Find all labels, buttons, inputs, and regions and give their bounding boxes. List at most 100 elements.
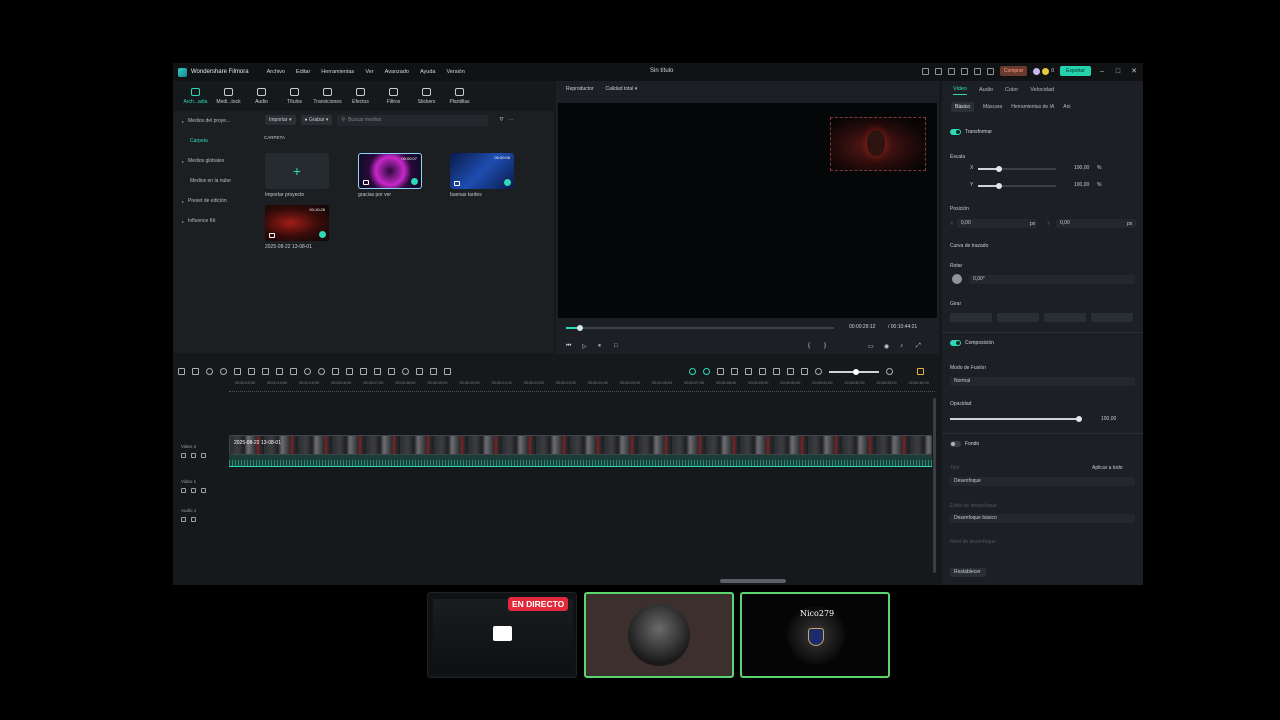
zoom-slider[interactable] xyxy=(829,368,879,375)
menu-archivo[interactable]: Archivo xyxy=(267,69,285,75)
audio-meter-icon[interactable] xyxy=(917,368,924,375)
menu-ayuda[interactable]: Ayuda xyxy=(420,69,436,75)
playback-scrubber[interactable] xyxy=(566,325,834,331)
menu-herramientas[interactable]: Herramientas xyxy=(321,69,354,75)
eye-icon[interactable] xyxy=(201,453,206,458)
shield-icon[interactable] xyxy=(745,368,752,375)
player-tab[interactable]: Reproductor xyxy=(566,86,594,92)
keyframe-icon[interactable] xyxy=(346,368,353,375)
participant-screen-share[interactable]: EN DIRECTO xyxy=(427,592,577,678)
zoom-in-icon[interactable] xyxy=(886,368,893,375)
folder-icon[interactable] xyxy=(181,517,186,522)
rotate-left-button[interactable] xyxy=(1044,313,1086,322)
speed-icon[interactable] xyxy=(388,368,395,375)
lock-icon[interactable] xyxy=(191,488,196,493)
slider-handle[interactable] xyxy=(853,368,859,375)
effects-icon[interactable] xyxy=(304,368,311,375)
rotate-field[interactable]: 0,00° xyxy=(969,275,1135,284)
slider-handle[interactable] xyxy=(996,166,1002,172)
folder-icon[interactable] xyxy=(181,453,186,458)
tab-plantillas[interactable]: Plantillas xyxy=(444,81,475,111)
redo-icon[interactable] xyxy=(220,368,227,375)
play-icon[interactable]: ▷ xyxy=(582,343,587,350)
timeline-horizontal-scrollbar[interactable] xyxy=(720,579,786,583)
marker-icon[interactable] xyxy=(731,368,738,375)
timeline-ruler[interactable]: 00:00:13:00 00:00:14:00 00:00:15:00 00:0… xyxy=(229,381,935,391)
blur-style-dropdown[interactable]: Desenfoque básico xyxy=(950,514,1135,523)
scale-x-value[interactable]: 100,00 xyxy=(1074,165,1089,171)
subtab-basico[interactable]: Básico xyxy=(951,102,975,112)
menu-ver[interactable]: Ver xyxy=(365,69,373,75)
sidebar-item-edit-preset[interactable]: ▸ Preset de edición xyxy=(173,191,258,211)
split-icon[interactable] xyxy=(248,368,255,375)
voice-icon[interactable] xyxy=(773,368,780,375)
ai-icon[interactable] xyxy=(360,368,367,375)
blend-dropdown[interactable]: Normal xyxy=(950,377,1135,386)
text-icon[interactable] xyxy=(276,368,283,375)
tab-titulos[interactable]: Títulos xyxy=(279,81,310,111)
render-icon[interactable] xyxy=(717,368,724,375)
mic-icon[interactable] xyxy=(759,368,766,375)
sidebar-item-folder[interactable]: Carpeta xyxy=(173,131,258,151)
settings-icon[interactable] xyxy=(973,67,981,75)
background-toggle[interactable] xyxy=(950,441,961,447)
sidebar-item-project-media[interactable]: ▸ Medios del proye... xyxy=(173,111,258,131)
menu-editar[interactable]: Editar xyxy=(296,69,310,75)
scrubber-handle[interactable] xyxy=(577,325,583,331)
send-icon[interactable] xyxy=(921,67,929,75)
participant-channel[interactable]: Nico279 xyxy=(740,592,890,678)
snap-icon[interactable] xyxy=(689,368,696,375)
import-project-card[interactable]: + Importar proyecto xyxy=(265,153,329,198)
tab-stickers[interactable]: Stickers xyxy=(411,81,442,111)
scale-x-slider[interactable] xyxy=(978,166,1056,172)
position-y-field[interactable]: 0,00 xyxy=(1056,219,1136,228)
minimize-icon[interactable]: – xyxy=(1097,68,1107,75)
stabilize-icon[interactable] xyxy=(430,368,437,375)
snapshot-icon[interactable]: ◉ xyxy=(884,343,889,350)
tab-filtros[interactable]: Filtros xyxy=(378,81,409,111)
tab-transiciones[interactable]: Transiciones xyxy=(312,81,343,111)
credits-badge[interactable]: 0 xyxy=(1033,67,1054,75)
composition-toggle[interactable] xyxy=(950,340,961,346)
layout-icon[interactable] xyxy=(934,67,942,75)
audio-waveform[interactable] xyxy=(229,455,932,467)
tab-video[interactable]: Video xyxy=(953,86,967,95)
mark-out-icon[interactable]: } xyxy=(824,343,826,349)
media-card[interactable]: 00:00:08 buenas tardes xyxy=(450,153,514,198)
subtab-animacion[interactable]: Ani xyxy=(1063,104,1070,110)
pip-icon[interactable] xyxy=(787,368,794,375)
scale-y-slider[interactable] xyxy=(978,183,1056,189)
flip-vertical-button[interactable] xyxy=(950,313,992,322)
search-input[interactable]: ⚲ Buscar medios xyxy=(337,114,489,126)
lock-icon[interactable] xyxy=(191,517,196,522)
tab-stock[interactable]: Medi...tock xyxy=(213,81,244,111)
export-button[interactable]: Exportar xyxy=(1060,66,1091,76)
tab-efectos[interactable]: Efectos xyxy=(345,81,376,111)
slider-handle[interactable] xyxy=(996,183,1002,189)
background-section[interactable]: Fondo xyxy=(950,441,979,447)
quality-dropdown[interactable]: Calidad total ▾ xyxy=(606,86,638,92)
apply-all-button[interactable]: Aplicar a todo xyxy=(1092,465,1123,471)
track-icon[interactable] xyxy=(416,368,423,375)
audio-icon[interactable] xyxy=(332,368,339,375)
color-icon[interactable] xyxy=(290,368,297,375)
opacity-slider[interactable] xyxy=(950,416,1082,422)
stop-icon[interactable]: □ xyxy=(614,343,618,349)
select-icon[interactable] xyxy=(192,368,199,375)
fullscreen-icon[interactable]: ⤢ xyxy=(916,343,921,350)
undo-icon[interactable] xyxy=(206,368,213,375)
media-card[interactable]: 00:00:07 gracias por ver xyxy=(358,153,422,198)
lock-icon[interactable] xyxy=(191,453,196,458)
transform-section[interactable]: Transformar xyxy=(950,129,992,135)
reset-button[interactable]: Restablecer xyxy=(950,568,986,577)
menu-version[interactable]: Versión xyxy=(446,69,464,75)
magnet-icon[interactable] xyxy=(703,368,710,375)
slider-handle[interactable] xyxy=(1076,416,1082,422)
bell-icon[interactable] xyxy=(986,67,994,75)
delete-icon[interactable] xyxy=(234,368,241,375)
caption-icon[interactable] xyxy=(801,368,808,375)
background-type-dropdown[interactable]: Desenfoque xyxy=(950,477,1135,486)
sidebar-item-cloud-media[interactable]: Medios en la nube xyxy=(173,171,258,191)
rotate-right-button[interactable] xyxy=(1091,313,1133,322)
pause-icon[interactable]: ⏸ xyxy=(598,343,601,350)
